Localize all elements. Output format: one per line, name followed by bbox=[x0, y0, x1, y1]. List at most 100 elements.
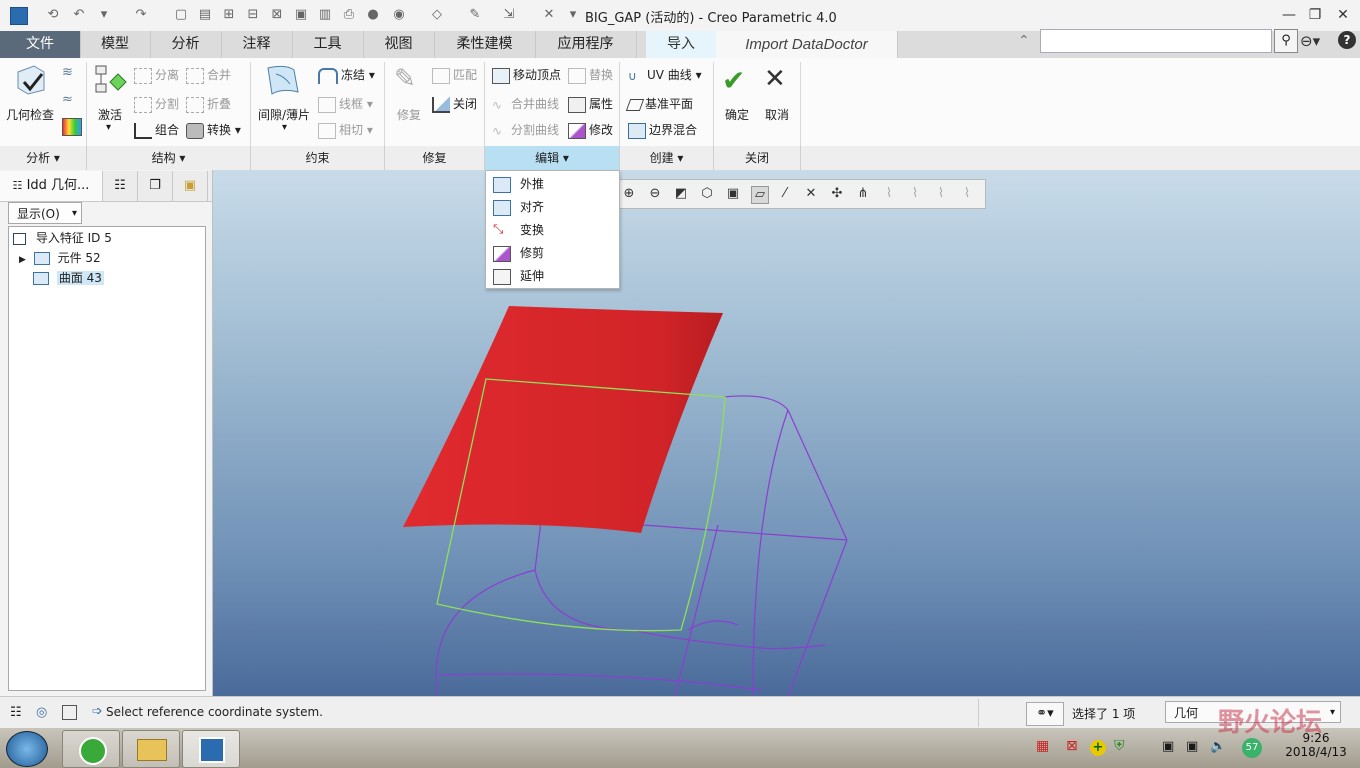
point-display-icon[interactable]: ✣ bbox=[829, 186, 845, 202]
merge-curve-button[interactable]: ∿ 合并曲线 bbox=[492, 95, 559, 112]
activate-dropdown-icon[interactable]: ▾ bbox=[106, 122, 111, 133]
tray-shield-icon[interactable]: ⛨ bbox=[1114, 738, 1125, 754]
tab-model[interactable]: 模型 bbox=[80, 31, 151, 58]
tab-import-datadoctor[interactable]: Import DataDoctor bbox=[716, 31, 898, 58]
select-icon[interactable]: ⇲ bbox=[500, 6, 518, 24]
saved-views-icon[interactable]: ▣ bbox=[725, 186, 741, 202]
maximize-button[interactable]: ❐ bbox=[1302, 4, 1328, 26]
tree-item-import-feature[interactable]: 导入特征 ID 5 bbox=[13, 229, 112, 247]
refit-icon[interactable]: ◩ bbox=[673, 186, 689, 202]
folder-icon[interactable]: ⊞ bbox=[220, 6, 238, 24]
uv-curve-button[interactable]: ∪ UV 曲线 ▾ bbox=[628, 66, 702, 83]
boundary-blend-button[interactable]: 边界混合 bbox=[628, 121, 697, 139]
show-dropdown[interactable]: 显示(O) ▾ bbox=[8, 202, 82, 224]
menu-item-transform[interactable]: ⤡ 变换 bbox=[486, 219, 619, 241]
undo-icon[interactable]: ↶ bbox=[70, 6, 88, 24]
print-icon[interactable]: ⎙ bbox=[340, 6, 358, 24]
tangent-button[interactable]: 相切 ▾ bbox=[318, 121, 373, 139]
new-file-icon[interactable]: ▢ bbox=[172, 6, 190, 24]
group-create[interactable]: 创建 ▾ bbox=[620, 146, 714, 170]
replace-button[interactable]: 替换 bbox=[568, 66, 613, 84]
modify-button[interactable]: 修改 bbox=[568, 121, 613, 139]
menu-item-trim[interactable]: 修剪 bbox=[486, 242, 619, 264]
gap-dropdown-icon[interactable]: ▾ bbox=[282, 122, 287, 133]
close-button[interactable]: ✕ bbox=[1330, 4, 1356, 26]
expand-arrow-icon[interactable]: ▶ bbox=[19, 255, 26, 265]
geometry-check-button[interactable]: 几何检查 bbox=[6, 106, 54, 123]
csys-display-icon[interactable]: ⋔ bbox=[855, 186, 871, 202]
tab-tree[interactable]: ☷ bbox=[103, 171, 138, 201]
close-window-icon[interactable]: ⊠ bbox=[268, 6, 286, 24]
tray-badge[interactable]: 57 bbox=[1242, 738, 1262, 758]
navigator-toggle-icon[interactable]: ☷ bbox=[10, 705, 22, 720]
open-file-icon[interactable]: ▤ bbox=[196, 6, 214, 24]
cancel-button[interactable]: 取消 bbox=[765, 106, 789, 123]
tab-flexible-modeling[interactable]: 柔性建模 bbox=[434, 31, 536, 58]
freeze-button[interactable]: 冻结 ▾ bbox=[318, 66, 375, 84]
help-icon[interactable]: ⊖▾ bbox=[1300, 32, 1320, 50]
repair-button[interactable]: 修复 bbox=[397, 106, 421, 123]
axis-display-icon[interactable]: ✕ bbox=[803, 186, 819, 202]
convert-button[interactable]: 转换 ▾ bbox=[186, 121, 241, 139]
tray-plus-icon[interactable]: + bbox=[1090, 740, 1106, 756]
window-icon[interactable]: ⊟ bbox=[244, 6, 262, 24]
tray-volume-icon[interactable]: 🔈 bbox=[1210, 739, 1226, 754]
tray-app-icon[interactable]: ▦ bbox=[1036, 738, 1049, 754]
undo-dropdown-icon[interactable]: ▾ bbox=[95, 6, 113, 24]
ok-button[interactable]: 确定 bbox=[725, 106, 749, 123]
fullscreen-icon[interactable] bbox=[62, 705, 77, 720]
search-icon[interactable]: ⚲ bbox=[1274, 29, 1298, 53]
tab-annotate[interactable]: 注释 bbox=[221, 31, 293, 58]
group-structure[interactable]: 结构 ▾ bbox=[87, 146, 251, 170]
start-button[interactable] bbox=[6, 731, 48, 767]
merge-button[interactable]: 合并 bbox=[186, 66, 231, 84]
pen-icon[interactable]: ✎ bbox=[466, 6, 484, 24]
view-manager-icon[interactable]: ⌇ bbox=[959, 186, 975, 202]
tree-item-component[interactable]: ▶ 元件 52 bbox=[19, 249, 101, 267]
render-icon[interactable]: ● bbox=[364, 6, 382, 24]
sphere-icon[interactable]: ◉ bbox=[390, 6, 408, 24]
separate-button[interactable]: 分离 bbox=[134, 66, 179, 84]
red-surface[interactable] bbox=[403, 306, 723, 533]
tray-display-icon[interactable]: ▣ bbox=[1186, 739, 1198, 754]
datum-plane-button[interactable]: 基准平面 bbox=[625, 95, 693, 112]
fold-button[interactable]: 折叠 bbox=[186, 95, 231, 113]
close-tools-icon[interactable]: ✕ bbox=[540, 6, 558, 24]
reflection-icon[interactable]: ≈ bbox=[62, 92, 80, 108]
tab-file[interactable]: 文件 bbox=[0, 31, 81, 58]
activate-button[interactable]: 激活 bbox=[98, 106, 122, 123]
tab-import[interactable]: 导入 bbox=[646, 31, 717, 58]
curve-analysis-icon[interactable]: ≋ bbox=[62, 65, 80, 81]
tab-idd-geometry[interactable]: ☷ Idd 几何... bbox=[0, 171, 103, 201]
gap-sliver-button[interactable]: 间隙/薄片 bbox=[258, 106, 310, 123]
wireframe-button[interactable]: 线框 ▾ bbox=[318, 95, 373, 113]
orient-icon[interactable]: ⬡ bbox=[699, 186, 715, 202]
combine-button[interactable]: 组合 bbox=[134, 121, 179, 139]
regenerate-icon[interactable]: ⟲ bbox=[44, 6, 62, 24]
group-analysis[interactable]: 分析 ▾ bbox=[0, 146, 87, 170]
tray-network-icon[interactable]: ▣ bbox=[1162, 739, 1174, 754]
graphics-viewport[interactable] bbox=[213, 170, 1360, 696]
property-button[interactable]: 属性 bbox=[568, 95, 613, 113]
tab-analysis[interactable]: 分析 bbox=[150, 31, 222, 58]
app-icon[interactable] bbox=[10, 7, 28, 25]
taskbar-creo[interactable] bbox=[182, 730, 240, 768]
save-copy-icon[interactable]: ▥ bbox=[316, 6, 334, 24]
zoom-in-icon[interactable]: ⊕ bbox=[621, 186, 637, 202]
minimize-button[interactable]: — bbox=[1276, 4, 1302, 26]
tree-item-surface[interactable]: 曲面 43 bbox=[33, 269, 104, 287]
menu-item-align[interactable]: 对齐 bbox=[486, 196, 619, 218]
split-curve-button[interactable]: ∿ 分割曲线 bbox=[492, 121, 559, 138]
zoom-out-icon[interactable]: ⊖ bbox=[647, 186, 663, 202]
browser-toggle-icon[interactable]: ◎ bbox=[36, 705, 47, 720]
annotation-icon[interactable]: ⌇ bbox=[881, 186, 897, 202]
tray-excel-icon[interactable]: ⊠ bbox=[1066, 738, 1078, 754]
customize-icon[interactable]: ▾ bbox=[564, 6, 582, 24]
move-vertex-button[interactable]: 移动顶点 bbox=[492, 66, 561, 84]
repaint-icon[interactable]: ⌇ bbox=[933, 186, 949, 202]
taskbar-ie[interactable] bbox=[62, 730, 120, 768]
save-icon[interactable]: ▣ bbox=[292, 6, 310, 24]
display-style-icon[interactable]: ▱ bbox=[751, 186, 769, 204]
tab-favorites[interactable]: ▣ bbox=[173, 171, 208, 201]
view-icon[interactable]: ◇ bbox=[428, 6, 446, 24]
